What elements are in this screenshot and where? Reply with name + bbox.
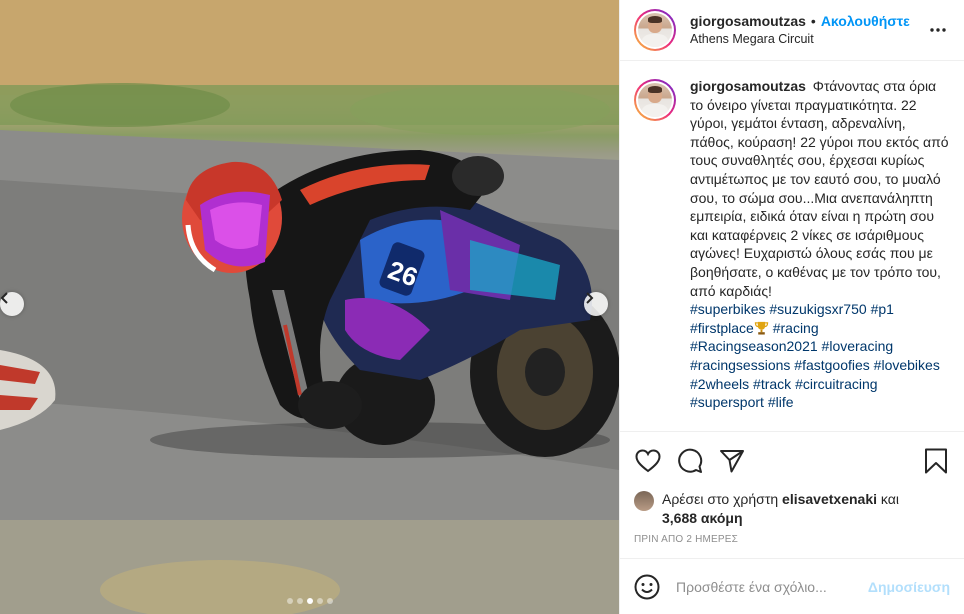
liker-username[interactable]: elisavetxenaki [782,491,877,507]
bookmark-icon [925,448,947,474]
more-icon [930,28,946,32]
hashtag-list: #superbikes #suzukigsxr750 #p1 #firstpla… [690,300,950,412]
hashtag[interactable]: #life [768,394,794,410]
caption-text: giorgosamoutzas Φτάνοντας στα όρια το όν… [690,77,950,412]
share-icon [720,450,744,473]
hashtag[interactable]: #2wheels [690,376,749,392]
action-bar [620,432,964,490]
follow-button[interactable]: Ακολουθήστε [821,12,910,30]
post-comment-button[interactable]: Δημοσίευση [868,579,950,595]
emoji-icon [634,574,660,599]
comments-scroll-area[interactable]: giorgosamoutzas Φτάνοντας στα όρια το όν… [620,61,964,432]
carousel-dot-active [306,598,313,604]
hashtag[interactable]: #fastgoofies [794,357,870,373]
carousel-dot [296,598,303,604]
hashtag[interactable]: #firstplace [690,320,754,336]
caption: giorgosamoutzas Φτάνοντας στα όρια το όν… [634,77,950,412]
hashtag[interactable]: #circuitracing [795,376,877,392]
previous-photo-button[interactable] [0,292,24,316]
hashtag[interactable]: #loveracing [822,338,894,354]
motorbike-photo: 26 [0,0,619,614]
carousel-dot [286,598,293,604]
hashtag[interactable]: #lovebikes [874,357,940,373]
comment-input[interactable] [676,578,868,595]
heart-icon [635,449,661,473]
post-header: giorgosamoutzas • Ακολουθήστε Athens Meg… [620,0,964,61]
save-button[interactable] [922,447,950,475]
hashtag[interactable]: #supersport [690,394,764,410]
caption-body: Φτάνοντας στα όρια το όνειρο γίνεται πρα… [690,78,949,299]
hashtag[interactable]: #Racingseason2021 [690,338,818,354]
likes-summary: Αρέσει στο χρήστη elisavetxenaki και 3,6… [620,490,964,528]
hashtag[interactable]: #superbikes [690,301,766,317]
likes-prefix: Αρέσει στο χρήστη [662,491,779,507]
avatar[interactable] [634,9,676,51]
hashtag[interactable]: #p1 [871,301,894,317]
next-photo-button[interactable] [584,292,608,316]
caption-username[interactable]: giorgosamoutzas [690,78,806,94]
chevron-right-icon [586,292,594,304]
carousel-dot [316,598,323,604]
chevron-left-icon [0,292,8,304]
hashtag[interactable]: #racing [773,320,819,336]
likes-text: Αρέσει στο χρήστη elisavetxenaki και 3,6… [662,490,899,528]
more-options-button[interactable] [926,18,950,42]
likes-count[interactable]: 3,688 ακόμη [662,510,743,526]
emoji-button[interactable] [634,574,660,600]
hashtag[interactable]: #track [753,376,791,392]
username-link[interactable]: giorgosamoutzas [690,12,806,30]
post-photo[interactable]: 26 [0,0,619,614]
post-side-panel: giorgosamoutzas • Ακολουθήστε Athens Meg… [619,0,964,614]
share-button[interactable] [718,447,746,475]
location-link[interactable]: Athens Megara Circuit [690,30,926,48]
comment-button[interactable] [676,447,704,475]
likes-conjunction: και [880,491,899,507]
carousel-indicator [0,598,619,604]
add-comment-bar: Δημοσίευση [620,558,964,614]
hashtag[interactable]: #racingsessions [690,357,790,373]
hashtag[interactable]: #suzukigsxr750 [769,301,866,317]
instagram-post: 26 giorgosamoutzas • Ακολουθήστε Athens … [0,0,964,614]
like-button[interactable] [634,447,662,475]
comment-icon [678,448,703,473]
carousel-dot [326,598,333,604]
separator-dot: • [810,13,816,29]
liker-avatar[interactable] [634,491,654,511]
post-timestamp[interactable]: ΠΡΙΝ ΑΠΟ 2 ΗΜΕΡΕΣ [620,534,964,545]
trophy-icon [754,321,768,335]
avatar[interactable] [634,79,676,121]
